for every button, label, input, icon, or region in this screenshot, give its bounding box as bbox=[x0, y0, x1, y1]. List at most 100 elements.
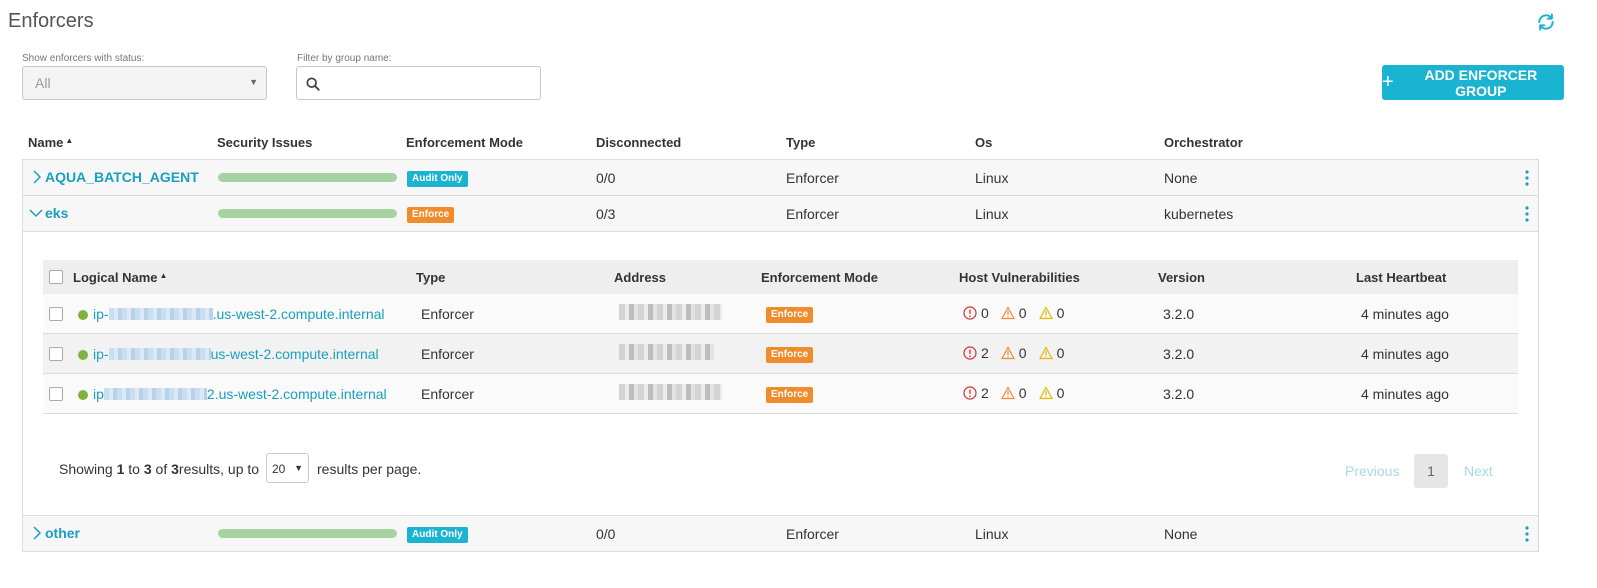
column-header-type[interactable]: Type bbox=[416, 270, 445, 285]
column-header-disconnected[interactable]: Disconnected bbox=[596, 135, 681, 150]
enforcer-row[interactable]: ip-us-west-2.compute.internal Enforcer E… bbox=[43, 334, 1518, 374]
kebab-icon[interactable] bbox=[1523, 169, 1531, 187]
row-checkbox[interactable] bbox=[49, 387, 63, 401]
warning-triangle-icon bbox=[1038, 386, 1053, 400]
column-header-security-issues[interactable]: Security Issues bbox=[217, 135, 312, 150]
group-name[interactable]: AQUA_BATCH_AGENT bbox=[45, 169, 199, 185]
kebab-icon[interactable] bbox=[1523, 525, 1531, 543]
next-page-button[interactable]: Next bbox=[1464, 463, 1493, 479]
security-issues-bar bbox=[218, 209, 397, 218]
exclamation-circle-icon bbox=[963, 346, 977, 360]
enforcers-table-header: Logical Name ▲ Type Address Enforcement M… bbox=[43, 260, 1518, 294]
enforcer-last-heartbeat: 4 minutes ago bbox=[1361, 346, 1449, 362]
enforcer-last-heartbeat: 4 minutes ago bbox=[1361, 306, 1449, 322]
add-enforcer-group-button[interactable]: + ADD ENFORCER GROUP bbox=[1382, 65, 1564, 100]
status-online-dot bbox=[78, 350, 88, 360]
column-header-enforcement-mode[interactable]: Enforcement Mode bbox=[761, 270, 878, 285]
group-row[interactable]: eks Enforce 0/3 Enforcer Linux kubernete… bbox=[22, 195, 1539, 232]
group-row[interactable]: other Audit Only 0/0 Enforcer Linux None bbox=[22, 515, 1539, 552]
host-vulnerabilities: 2 0 0 bbox=[963, 345, 1064, 361]
enforcer-logical-name[interactable]: ip 2.us-west-2.compute.internal bbox=[93, 386, 387, 402]
group-row[interactable]: AQUA_BATCH_AGENT Audit Only 0/0 Enforcer… bbox=[22, 159, 1539, 196]
redacted-text bbox=[108, 308, 213, 320]
enforcement-mode-badge: Audit Only bbox=[407, 527, 468, 543]
disconnected-count: 0/0 bbox=[596, 170, 616, 186]
group-filter-input[interactable] bbox=[327, 74, 532, 94]
group-orchestrator: kubernetes bbox=[1164, 206, 1234, 222]
chevron-right-icon[interactable] bbox=[31, 526, 43, 540]
column-header-enforcement-mode[interactable]: Enforcement Mode bbox=[406, 135, 523, 150]
refresh-icon[interactable] bbox=[1536, 12, 1556, 32]
host-vulnerabilities: 2 0 0 bbox=[963, 385, 1064, 401]
per-page-select[interactable]: 20 ▼ bbox=[266, 453, 309, 483]
enforcer-version: 3.2.0 bbox=[1163, 346, 1195, 362]
host-vulnerabilities: 0 0 0 bbox=[963, 305, 1064, 321]
enforcement-mode-badge: Enforce bbox=[766, 347, 814, 363]
caret-down-icon: ▼ bbox=[249, 77, 258, 87]
security-issues-bar bbox=[218, 173, 397, 182]
previous-page-button[interactable]: Previous bbox=[1345, 463, 1399, 479]
caret-down-icon: ▼ bbox=[294, 463, 303, 473]
column-header-last-heartbeat[interactable]: Last Heartbeat bbox=[1356, 270, 1446, 285]
search-icon bbox=[306, 77, 320, 91]
enforcer-type: Enforcer bbox=[421, 386, 474, 402]
column-header-logical-name[interactable]: Logical Name ▲ bbox=[73, 270, 167, 285]
row-checkbox[interactable] bbox=[49, 347, 63, 361]
column-header-name[interactable]: Name ▲ bbox=[28, 135, 73, 150]
chevron-down-icon[interactable] bbox=[29, 206, 43, 220]
group-type: Enforcer bbox=[786, 206, 839, 222]
column-header-type[interactable]: Type bbox=[786, 135, 815, 150]
page-number-button[interactable]: 1 bbox=[1414, 454, 1448, 488]
row-checkbox[interactable] bbox=[49, 307, 63, 321]
status-select[interactable]: All ▼ bbox=[22, 66, 267, 100]
group-os: Linux bbox=[975, 170, 1009, 186]
group-orchestrator: None bbox=[1164, 170, 1198, 186]
enforcer-type: Enforcer bbox=[421, 346, 474, 362]
per-page-label: results per page. bbox=[317, 461, 422, 477]
column-header-host-vulnerabilities[interactable]: Host Vulnerabilities bbox=[959, 270, 1080, 285]
select-all-checkbox[interactable] bbox=[49, 270, 63, 284]
group-type: Enforcer bbox=[786, 526, 839, 542]
enforcer-row[interactable]: ip 2.us-west-2.compute.internal Enforcer … bbox=[43, 374, 1518, 414]
group-filter[interactable] bbox=[296, 66, 541, 100]
status-select-value: All bbox=[35, 75, 51, 91]
exclamation-circle-icon bbox=[963, 306, 977, 320]
enforcement-mode-badge: Audit Only bbox=[407, 171, 468, 187]
enforcer-version: 3.2.0 bbox=[1163, 386, 1195, 402]
plus-icon: + bbox=[1382, 70, 1394, 93]
enforcement-mode-badge: Enforce bbox=[766, 387, 814, 403]
group-name[interactable]: eks bbox=[45, 205, 68, 221]
sort-ascending-icon: ▲ bbox=[159, 271, 168, 280]
status-filter-label: Show enforcers with status: bbox=[22, 53, 145, 64]
redacted-address bbox=[619, 384, 722, 400]
group-name[interactable]: other bbox=[45, 525, 80, 541]
page-title: Enforcers bbox=[8, 10, 94, 32]
chevron-right-icon[interactable] bbox=[31, 170, 43, 184]
enforcer-logical-name[interactable]: ip-us-west-2.compute.internal bbox=[93, 346, 379, 362]
kebab-icon[interactable] bbox=[1523, 205, 1531, 223]
redacted-address bbox=[619, 304, 722, 320]
warning-triangle-icon bbox=[1000, 386, 1015, 400]
exclamation-circle-icon bbox=[963, 386, 977, 400]
enforcers-panel: Logical Name ▲ Type Address Enforcement M… bbox=[22, 232, 1539, 516]
warning-triangle-icon bbox=[1038, 346, 1053, 360]
enforcer-last-heartbeat: 4 minutes ago bbox=[1361, 386, 1449, 402]
pagination-summary: Showing 1 to 3 of 3results, up to bbox=[59, 461, 260, 477]
group-os: Linux bbox=[975, 206, 1009, 222]
warning-triangle-icon bbox=[1000, 306, 1015, 320]
group-orchestrator: None bbox=[1164, 526, 1198, 542]
enforcer-logical-name[interactable]: ip- .us-west-2.compute.internal bbox=[93, 306, 385, 322]
group-type: Enforcer bbox=[786, 170, 839, 186]
enforcer-row[interactable]: ip- .us-west-2.compute.internal Enforcer … bbox=[43, 294, 1518, 334]
add-enforcer-group-label: ADD ENFORCER GROUP bbox=[1424, 66, 1538, 99]
disconnected-count: 0/0 bbox=[596, 526, 616, 542]
enforcement-mode-badge: Enforce bbox=[766, 307, 814, 323]
column-header-address[interactable]: Address bbox=[614, 270, 666, 285]
column-header-orchestrator[interactable]: Orchestrator bbox=[1164, 135, 1243, 150]
status-online-dot bbox=[78, 390, 88, 400]
column-header-version[interactable]: Version bbox=[1158, 270, 1205, 285]
column-header-os[interactable]: Os bbox=[975, 135, 992, 150]
enforcer-version: 3.2.0 bbox=[1163, 306, 1195, 322]
sort-ascending-icon: ▲ bbox=[65, 136, 74, 145]
enforcer-type: Enforcer bbox=[421, 306, 474, 322]
